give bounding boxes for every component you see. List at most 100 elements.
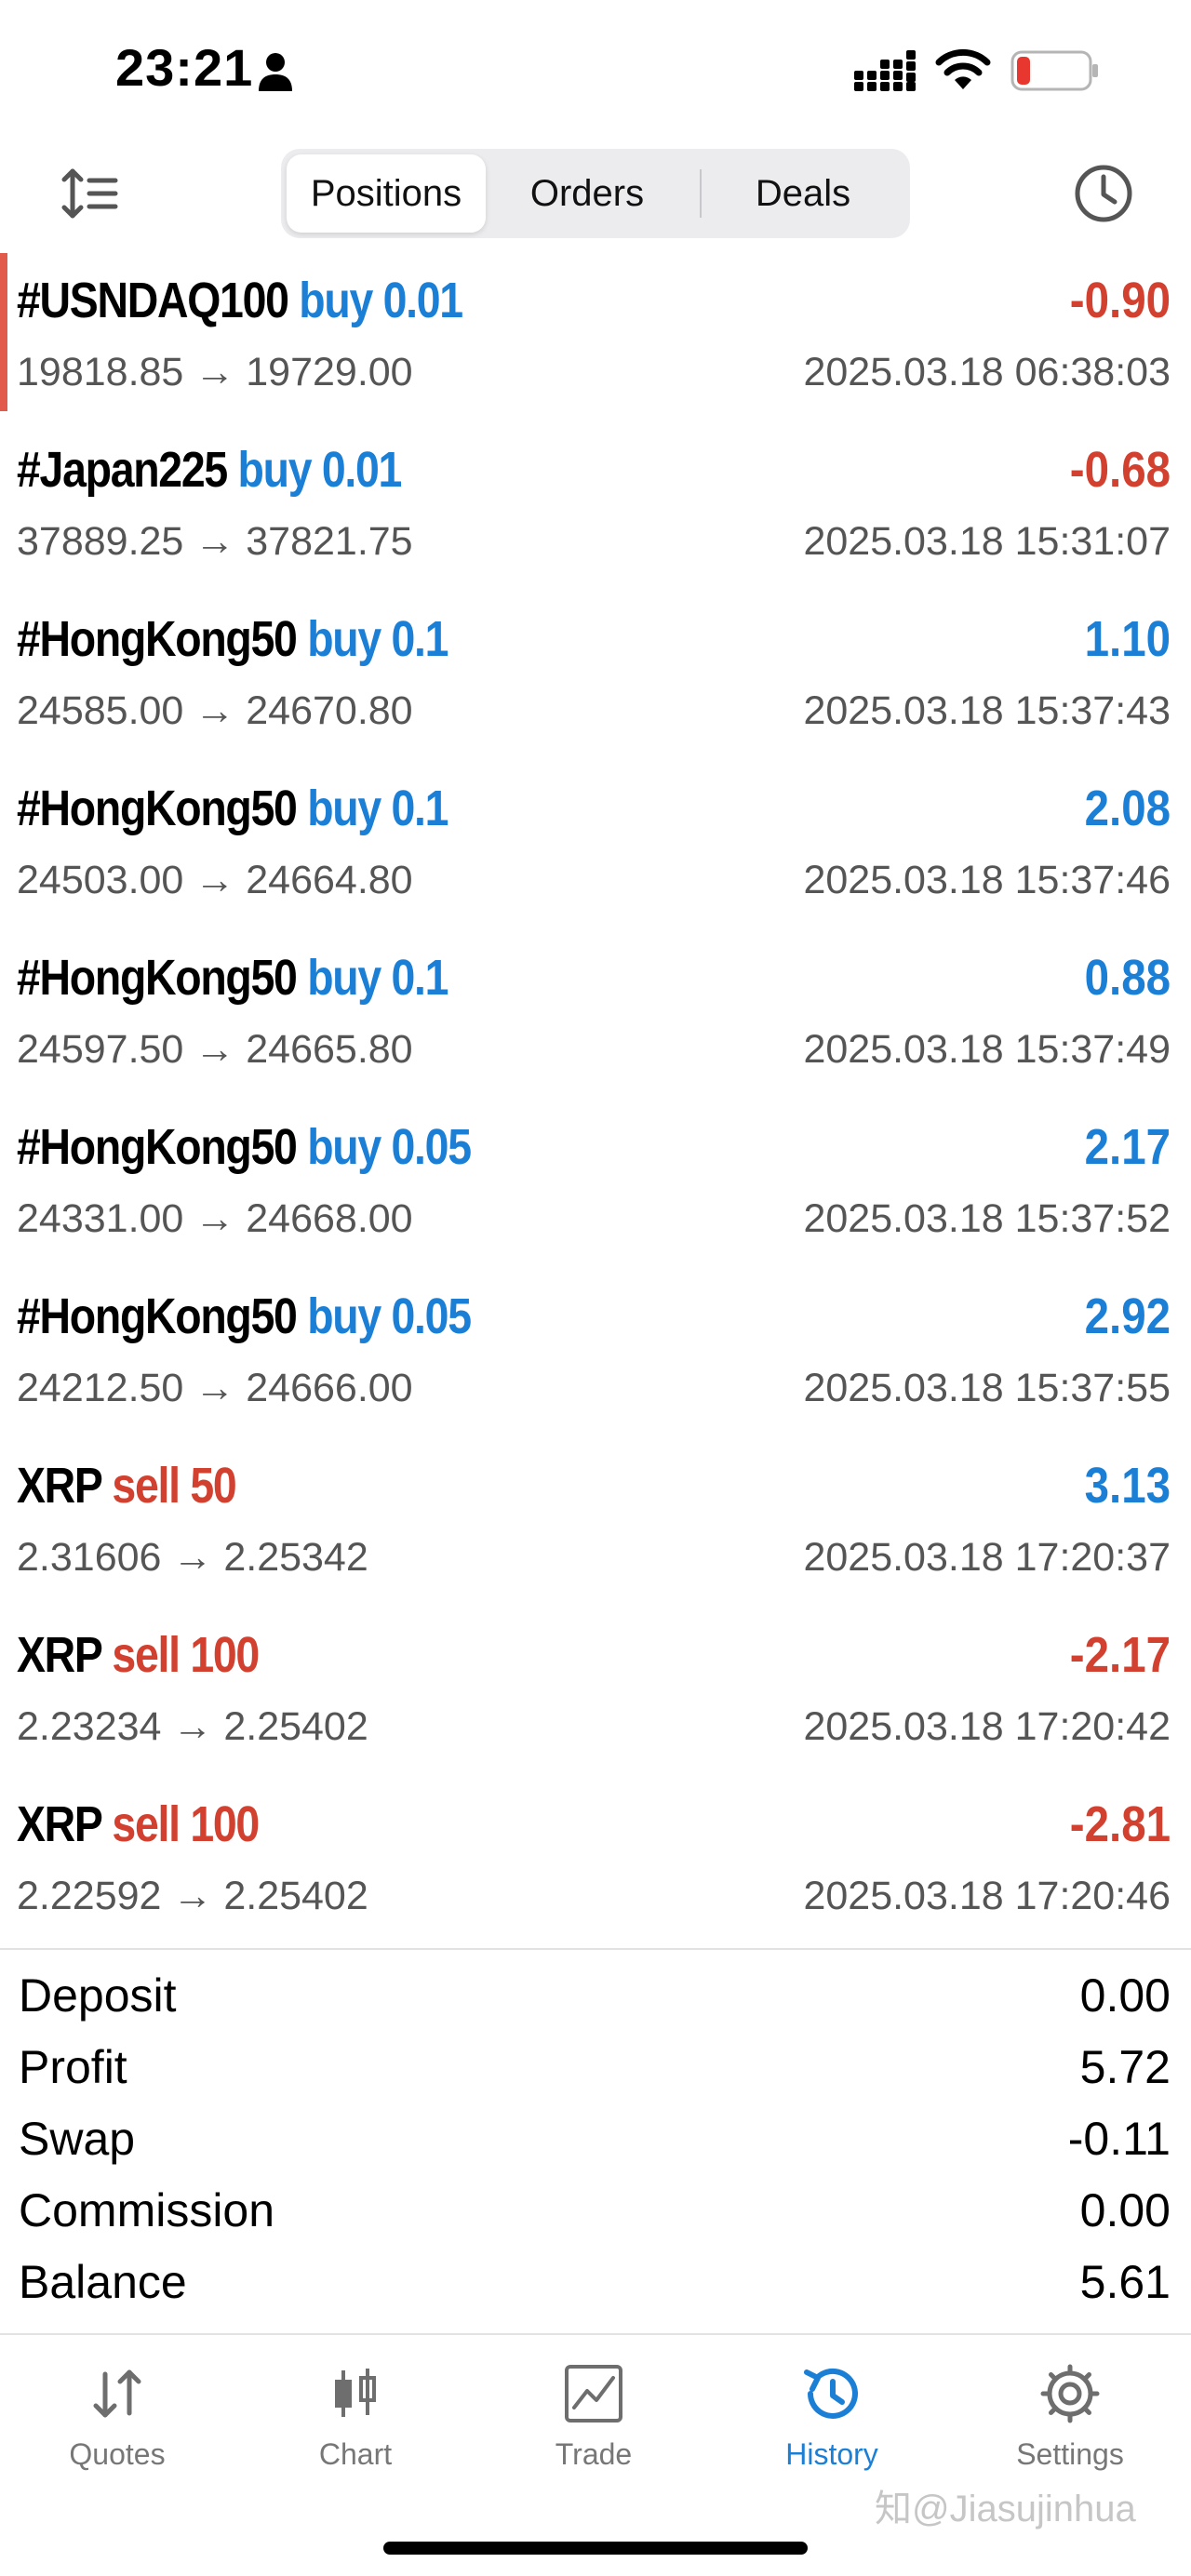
- deal-side: buy 0.01: [299, 273, 463, 328]
- deal-symbol: #HongKong50: [17, 781, 298, 836]
- deal-side: buy 0.1: [307, 781, 448, 836]
- tab-settings[interactable]: Settings: [986, 2361, 1154, 2491]
- summary-row-profit: Profit 5.72: [0, 2035, 1191, 2106]
- deal-profit: 2.92: [1084, 1288, 1171, 1344]
- deal-profit: 0.88: [1084, 950, 1171, 1006]
- deal-profit: -2.17: [1069, 1627, 1171, 1683]
- summary-row-deposit: Deposit 0.00: [0, 1963, 1191, 2035]
- summary-value: -0.11: [1067, 2113, 1171, 2165]
- deal-symbol: #HongKong50: [17, 611, 298, 667]
- summary-label: Balance: [19, 2256, 187, 2308]
- deal-prices: 24585.00 → 24670.80: [17, 688, 413, 733]
- deal-profit: -0.68: [1069, 442, 1171, 498]
- deal-row[interactable]: #HongKong50 buy 0.1 0.88 24597.50 → 2466…: [0, 930, 1191, 1100]
- tab-deals[interactable]: Deals: [702, 154, 904, 233]
- tab-orders[interactable]: Orders: [491, 154, 683, 233]
- deals-list: #USNDAQ100 buy 0.01 -0.90 19818.85 → 197…: [0, 253, 1191, 1946]
- deal-time: 2025.03.18 15:37:55: [803, 1366, 1171, 1410]
- deal-symbol: #HongKong50: [17, 950, 298, 1006]
- deal-row[interactable]: #Japan225 buy 0.01 -0.68 37889.25 → 3782…: [0, 422, 1191, 592]
- gear-icon: [1040, 2364, 1100, 2423]
- candlestick-icon: [335, 2369, 376, 2417]
- summary-row-swap: Swap -0.11: [0, 2106, 1191, 2178]
- summary-label: Swap: [19, 2113, 136, 2165]
- deal-symbol: XRP: [17, 1627, 102, 1683]
- deal-side: sell 100: [112, 1627, 260, 1683]
- deal-profit: -0.90: [1069, 273, 1171, 328]
- deal-side: buy 0.05: [307, 1119, 472, 1175]
- deal-row[interactable]: XRP sell 100 -2.81 2.22592 → 2.25402 202…: [0, 1777, 1191, 1946]
- deal-row[interactable]: #HongKong50 buy 0.05 2.92 24212.50 → 246…: [0, 1269, 1191, 1438]
- deal-time: 2025.03.18 15:37:52: [803, 1196, 1171, 1241]
- deal-prices: 24212.50 → 24666.00: [17, 1366, 413, 1410]
- deal-time: 2025.03.18 06:38:03: [803, 350, 1171, 394]
- tab-chart[interactable]: Chart: [272, 2361, 439, 2491]
- deal-prices: 2.23234 → 2.25402: [17, 1704, 368, 1749]
- summary-divider: [0, 1948, 1191, 1950]
- trade-chart-icon: [565, 2365, 622, 2423]
- battery-low-icon: [1010, 50, 1098, 91]
- deal-row[interactable]: #USNDAQ100 buy 0.01 -0.90 19818.85 → 197…: [0, 253, 1191, 422]
- deal-symbol: #HongKong50: [17, 1288, 298, 1344]
- quotes-arrows-icon: [93, 2369, 141, 2418]
- summary-row-commission: Commission 0.00: [0, 2178, 1191, 2249]
- status-time: 23:21: [115, 38, 254, 97]
- watermark: 知@Jiasujinhua: [875, 2489, 1136, 2529]
- deal-side: buy 0.05: [307, 1288, 472, 1344]
- clock-icon[interactable]: [1072, 162, 1135, 225]
- deal-profit: 3.13: [1084, 1458, 1171, 1514]
- deal-side: buy 0.1: [307, 950, 448, 1006]
- tab-label: Settings: [1016, 2437, 1124, 2471]
- wifi-icon: [935, 48, 991, 89]
- deal-time: 2025.03.18 15:37:49: [803, 1027, 1171, 1072]
- bottom-tab-bar: Quotes Chart Trade History Settings: [0, 2335, 1191, 2576]
- deal-symbol: #HongKong50: [17, 1119, 298, 1175]
- tab-label: Trade: [555, 2437, 633, 2471]
- deal-prices: 24331.00 → 24668.00: [17, 1196, 413, 1241]
- deal-symbol: #USNDAQ100: [17, 273, 289, 328]
- tab-history[interactable]: History: [748, 2361, 916, 2491]
- cellular-signal-icon: [854, 50, 916, 91]
- deal-prices: 19818.85 → 19729.00: [17, 350, 413, 394]
- deal-side: buy 0.1: [307, 611, 448, 667]
- deal-row[interactable]: XRP sell 50 3.13 2.31606 → 2.25342 2025.…: [0, 1438, 1191, 1608]
- tab-positions[interactable]: Positions: [287, 154, 486, 233]
- deal-prices: 24503.00 → 24664.80: [17, 858, 413, 902]
- deal-prices: 37889.25 → 37821.75: [17, 519, 413, 564]
- summary-label: Commission: [19, 2184, 275, 2236]
- deal-row[interactable]: #HongKong50 buy 0.05 2.17 24331.00 → 246…: [0, 1100, 1191, 1269]
- status-bar: 23:21: [0, 0, 1191, 140]
- deal-time: 2025.03.18 15:37:46: [803, 858, 1171, 902]
- deal-prices: 24597.50 → 24665.80: [17, 1027, 413, 1072]
- deal-profit: 1.10: [1084, 611, 1171, 667]
- deal-time: 2025.03.18 17:20:37: [803, 1535, 1171, 1580]
- deal-prices: 2.31606 → 2.25342: [17, 1535, 368, 1580]
- deal-side: buy 0.01: [237, 442, 403, 498]
- summary-row-balance: Balance 5.61: [0, 2249, 1191, 2321]
- history-clock-icon: [804, 2368, 858, 2419]
- home-indicator: [383, 2542, 808, 2555]
- deal-symbol: XRP: [17, 1796, 102, 1852]
- summary-label: Profit: [19, 2041, 127, 2093]
- deal-time: 2025.03.18 17:20:42: [803, 1704, 1171, 1749]
- deal-profit: 2.17: [1084, 1119, 1171, 1175]
- deal-time: 2025.03.18 15:31:07: [803, 519, 1171, 564]
- toolbar: Positions Orders Deals: [0, 140, 1191, 251]
- deal-row[interactable]: #HongKong50 buy 0.1 2.08 24503.00 → 2466…: [0, 761, 1191, 930]
- deal-prices: 2.22592 → 2.25402: [17, 1874, 368, 1918]
- deal-row[interactable]: XRP sell 100 -2.17 2.23234 → 2.25402 202…: [0, 1608, 1191, 1777]
- tab-label: History: [785, 2437, 878, 2471]
- tab-quotes[interactable]: Quotes: [33, 2361, 201, 2491]
- deal-time: 2025.03.18 17:20:46: [803, 1874, 1171, 1918]
- deal-side: sell 100: [112, 1796, 260, 1852]
- sort-icon[interactable]: [60, 164, 119, 223]
- deal-profit: 2.08: [1084, 781, 1171, 836]
- segmented-control: Positions Orders Deals: [281, 149, 910, 238]
- deal-row[interactable]: #HongKong50 buy 0.1 1.10 24585.00 → 2467…: [0, 592, 1191, 761]
- tab-trade[interactable]: Trade: [510, 2361, 677, 2491]
- summary-panel: Deposit 0.00 Profit 5.72 Swap -0.11 Comm…: [0, 1963, 1191, 2321]
- summary-value: 5.72: [1079, 2041, 1171, 2093]
- summary-value: 5.61: [1079, 2256, 1171, 2308]
- summary-value: 0.00: [1079, 1969, 1171, 2022]
- deal-symbol: #Japan225: [17, 442, 228, 498]
